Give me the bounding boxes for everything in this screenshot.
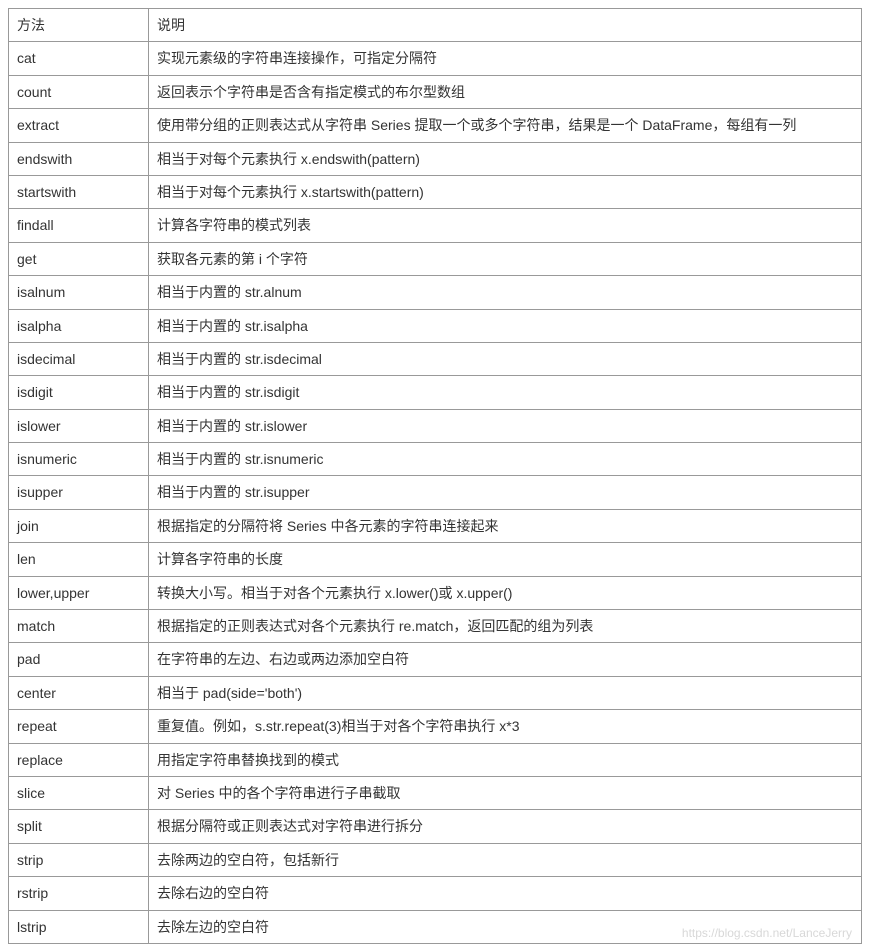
desc-cell: 相当于内置的 str.isnumeric <box>149 443 862 476</box>
method-cell: len <box>9 543 149 576</box>
table-row: islower相当于内置的 str.islower <box>9 409 862 442</box>
method-cell: slice <box>9 776 149 809</box>
method-cell: isalnum <box>9 276 149 309</box>
desc-cell: 实现元素级的字符串连接操作，可指定分隔符 <box>149 42 862 75</box>
table-row: endswith相当于对每个元素执行 x.endswith(pattern) <box>9 142 862 175</box>
method-cell: cat <box>9 42 149 75</box>
table-row: join根据指定的分隔符将 Series 中各元素的字符串连接起来 <box>9 509 862 542</box>
desc-cell: 相当于内置的 str.isdecimal <box>149 342 862 375</box>
table-row: get获取各元素的第 i 个字符 <box>9 242 862 275</box>
method-cell: rstrip <box>9 877 149 910</box>
desc-cell: 对 Series 中的各个字符串进行子串截取 <box>149 776 862 809</box>
desc-cell: 相当于对每个元素执行 x.endswith(pattern) <box>149 142 862 175</box>
desc-cell: 相当于内置的 str.islower <box>149 409 862 442</box>
table-row: rstrip去除右边的空白符 <box>9 877 862 910</box>
desc-cell: 相当于内置的 str.isalpha <box>149 309 862 342</box>
table-row: cat实现元素级的字符串连接操作，可指定分隔符 <box>9 42 862 75</box>
table-row: split根据分隔符或正则表达式对字符串进行拆分 <box>9 810 862 843</box>
table-row: isupper相当于内置的 str.isupper <box>9 476 862 509</box>
desc-cell: 相当于对每个元素执行 x.startswith(pattern) <box>149 175 862 208</box>
desc-cell: 相当于内置的 str.isdigit <box>149 376 862 409</box>
method-cell: isdecimal <box>9 342 149 375</box>
desc-cell: 重复值。例如，s.str.repeat(3)相当于对各个字符串执行 x*3 <box>149 710 862 743</box>
desc-cell: 转换大小写。相当于对各个元素执行 x.lower()或 x.upper() <box>149 576 862 609</box>
method-cell: lower,upper <box>9 576 149 609</box>
table-row: isdecimal相当于内置的 str.isdecimal <box>9 342 862 375</box>
table-row: match根据指定的正则表达式对各个元素执行 re.match，返回匹配的组为列… <box>9 610 862 643</box>
table-body: 方法说明cat实现元素级的字符串连接操作，可指定分隔符count返回表示个字符串… <box>9 9 862 944</box>
string-methods-table: 方法说明cat实现元素级的字符串连接操作，可指定分隔符count返回表示个字符串… <box>8 8 862 944</box>
table-row: count返回表示个字符串是否含有指定模式的布尔型数组 <box>9 75 862 108</box>
table-row: center相当于 pad(side='both') <box>9 676 862 709</box>
table-row: isdigit相当于内置的 str.isdigit <box>9 376 862 409</box>
desc-cell: 根据指定的分隔符将 Series 中各元素的字符串连接起来 <box>149 509 862 542</box>
desc-cell: 相当于内置的 str.isupper <box>149 476 862 509</box>
desc-cell: 相当于内置的 str.alnum <box>149 276 862 309</box>
method-cell: islower <box>9 409 149 442</box>
table-row: extract使用带分组的正则表达式从字符串 Series 提取一个或多个字符串… <box>9 109 862 142</box>
method-cell: isupper <box>9 476 149 509</box>
table-row: pad在字符串的左边、右边或两边添加空白符 <box>9 643 862 676</box>
desc-cell: 返回表示个字符串是否含有指定模式的布尔型数组 <box>149 75 862 108</box>
method-cell: split <box>9 810 149 843</box>
desc-cell: 去除左边的空白符 <box>149 910 862 943</box>
method-cell: startswith <box>9 175 149 208</box>
method-cell: isalpha <box>9 309 149 342</box>
table-row: isalpha相当于内置的 str.isalpha <box>9 309 862 342</box>
desc-cell: 计算各字符串的模式列表 <box>149 209 862 242</box>
table-row: 方法说明 <box>9 9 862 42</box>
table-row: len计算各字符串的长度 <box>9 543 862 576</box>
method-cell: match <box>9 610 149 643</box>
desc-cell: 用指定字符串替换找到的模式 <box>149 743 862 776</box>
method-cell: findall <box>9 209 149 242</box>
method-cell: count <box>9 75 149 108</box>
desc-cell: 根据分隔符或正则表达式对字符串进行拆分 <box>149 810 862 843</box>
table-row: replace用指定字符串替换找到的模式 <box>9 743 862 776</box>
table-row: lstrip去除左边的空白符 <box>9 910 862 943</box>
desc-cell: 去除两边的空白符，包括新行 <box>149 843 862 876</box>
table-row: strip去除两边的空白符，包括新行 <box>9 843 862 876</box>
method-cell: lstrip <box>9 910 149 943</box>
method-cell: center <box>9 676 149 709</box>
header-method: 方法 <box>9 9 149 42</box>
table-row: findall计算各字符串的模式列表 <box>9 209 862 242</box>
table-row: startswith相当于对每个元素执行 x.startswith(patter… <box>9 175 862 208</box>
method-cell: isnumeric <box>9 443 149 476</box>
desc-cell: 在字符串的左边、右边或两边添加空白符 <box>149 643 862 676</box>
table-row: isalnum相当于内置的 str.alnum <box>9 276 862 309</box>
table-row: slice对 Series 中的各个字符串进行子串截取 <box>9 776 862 809</box>
desc-cell: 获取各元素的第 i 个字符 <box>149 242 862 275</box>
desc-cell: 去除右边的空白符 <box>149 877 862 910</box>
method-cell: get <box>9 242 149 275</box>
method-cell: extract <box>9 109 149 142</box>
desc-cell: 相当于 pad(side='both') <box>149 676 862 709</box>
table-row: lower,upper转换大小写。相当于对各个元素执行 x.lower()或 x… <box>9 576 862 609</box>
method-cell: replace <box>9 743 149 776</box>
method-cell: isdigit <box>9 376 149 409</box>
method-cell: join <box>9 509 149 542</box>
method-cell: repeat <box>9 710 149 743</box>
desc-cell: 根据指定的正则表达式对各个元素执行 re.match，返回匹配的组为列表 <box>149 610 862 643</box>
table-row: isnumeric相当于内置的 str.isnumeric <box>9 443 862 476</box>
method-cell: strip <box>9 843 149 876</box>
desc-cell: 计算各字符串的长度 <box>149 543 862 576</box>
desc-cell: 使用带分组的正则表达式从字符串 Series 提取一个或多个字符串，结果是一个 … <box>149 109 862 142</box>
method-cell: endswith <box>9 142 149 175</box>
header-desc: 说明 <box>149 9 862 42</box>
table-row: repeat重复值。例如，s.str.repeat(3)相当于对各个字符串执行 … <box>9 710 862 743</box>
method-cell: pad <box>9 643 149 676</box>
